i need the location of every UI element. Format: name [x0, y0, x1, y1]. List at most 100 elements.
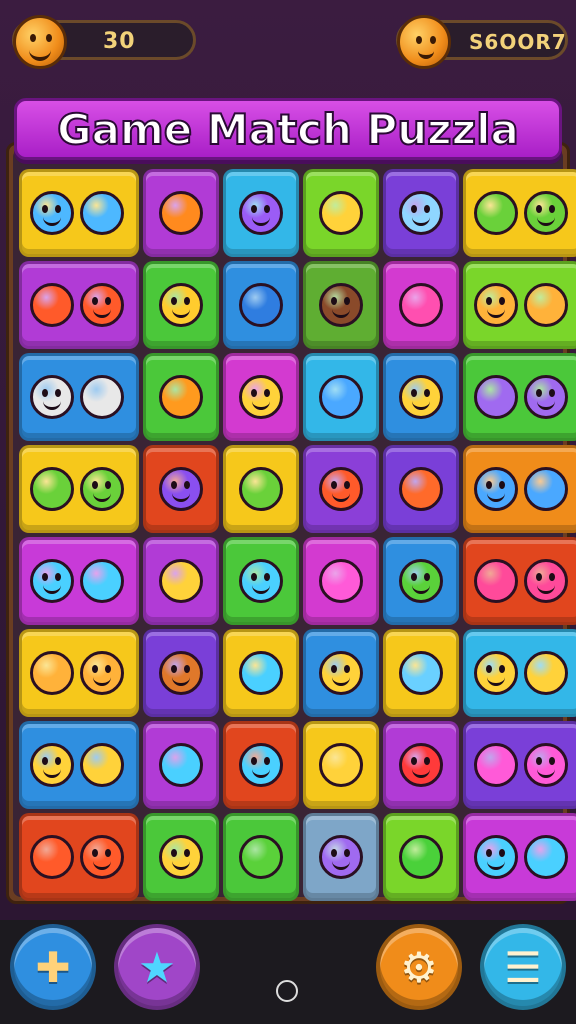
tile-r8-c3[interactable]: [223, 813, 299, 901]
candy-piece: [399, 835, 443, 879]
tile-r7-c4[interactable]: [303, 721, 379, 809]
tile-r4-c5[interactable]: [383, 445, 459, 533]
candy-piece: [399, 559, 443, 603]
tile-r3-c1[interactable]: [19, 353, 139, 441]
puzzle-icon: ✚: [35, 942, 71, 992]
tile-r1-c4[interactable]: [303, 169, 379, 257]
game-title: Game Match Puzzla: [56, 104, 520, 155]
tile-r4-c3[interactable]: [223, 445, 299, 533]
tile-r3-c3[interactable]: [223, 353, 299, 441]
candy-piece: [239, 283, 283, 327]
candy-piece: [319, 283, 363, 327]
candy-piece: [319, 467, 363, 511]
candy-piece: [239, 467, 283, 511]
tile-r2-c6[interactable]: [463, 261, 576, 349]
candy-piece: [80, 375, 124, 419]
tile-r5-c6[interactable]: [463, 537, 576, 625]
tile-r8-c6[interactable]: [463, 813, 576, 901]
tile-r5-c2[interactable]: [143, 537, 219, 625]
candy-piece: [399, 651, 443, 695]
tile-r2-c2[interactable]: [143, 261, 219, 349]
candy-piece: [474, 743, 518, 787]
gear-icon: ⚙: [400, 942, 438, 992]
candy-piece: [30, 743, 74, 787]
tile-r5-c1[interactable]: [19, 537, 139, 625]
candy-piece: [474, 375, 518, 419]
tile-r2-c1[interactable]: [19, 261, 139, 349]
tile-r3-c2[interactable]: [143, 353, 219, 441]
candy-piece: [524, 835, 568, 879]
home-indicator[interactable]: [276, 980, 298, 1002]
tile-r8-c2[interactable]: [143, 813, 219, 901]
candy-piece: [239, 743, 283, 787]
tile-r6-c4[interactable]: [303, 629, 379, 717]
candy-piece: [239, 651, 283, 695]
tile-r4-c1[interactable]: [19, 445, 139, 533]
candy-piece: [30, 835, 74, 879]
candy-piece: [524, 375, 568, 419]
tile-r5-c3[interactable]: [223, 537, 299, 625]
candy-piece: [159, 283, 203, 327]
tile-r8-c5[interactable]: [383, 813, 459, 901]
puzzle-button[interactable]: ✚: [10, 924, 96, 1010]
tile-r4-c2[interactable]: [143, 445, 219, 533]
tile-r1-c3[interactable]: [223, 169, 299, 257]
tile-r8-c4[interactable]: [303, 813, 379, 901]
tile-r7-c3[interactable]: [223, 721, 299, 809]
moves-value: 30: [103, 29, 136, 54]
tile-r6-c3[interactable]: [223, 629, 299, 717]
tile-r2-c5[interactable]: [383, 261, 459, 349]
tile-r2-c4[interactable]: [303, 261, 379, 349]
candy-piece: [474, 559, 518, 603]
smiley-coin-icon: [13, 15, 67, 69]
game-board: [6, 142, 576, 904]
star-button[interactable]: ★: [114, 924, 200, 1010]
tile-r1-c1[interactable]: [19, 169, 139, 257]
tile-r6-c5[interactable]: [383, 629, 459, 717]
tile-r5-c5[interactable]: [383, 537, 459, 625]
candy-piece: [524, 743, 568, 787]
tile-r8-c1[interactable]: [19, 813, 139, 901]
tile-r7-c5[interactable]: [383, 721, 459, 809]
tile-r7-c1[interactable]: [19, 721, 139, 809]
menu-button[interactable]: ☰: [480, 924, 566, 1010]
candy-piece: [159, 375, 203, 419]
candy-piece: [80, 559, 124, 603]
tile-r1-c6[interactable]: [463, 169, 576, 257]
candy-piece: [159, 651, 203, 695]
candy-piece: [524, 191, 568, 235]
coin-icon: [397, 15, 451, 69]
candy-piece: [30, 467, 74, 511]
tile-r2-c3[interactable]: [223, 261, 299, 349]
tile-r7-c2[interactable]: [143, 721, 219, 809]
candy-piece: [30, 191, 74, 235]
candy-piece: [399, 743, 443, 787]
tile-r4-c4[interactable]: [303, 445, 379, 533]
candy-piece: [239, 191, 283, 235]
tile-r6-c1[interactable]: [19, 629, 139, 717]
tile-r1-c2[interactable]: [143, 169, 219, 257]
candy-piece: [159, 835, 203, 879]
board-grid: [13, 149, 576, 901]
candy-piece: [524, 651, 568, 695]
candy-piece: [239, 835, 283, 879]
candy-piece: [30, 651, 74, 695]
candy-piece: [319, 835, 363, 879]
tile-r6-c2[interactable]: [143, 629, 219, 717]
candy-piece: [319, 375, 363, 419]
candy-piece: [80, 835, 124, 879]
tile-r3-c5[interactable]: [383, 353, 459, 441]
tile-r6-c6[interactable]: [463, 629, 576, 717]
candy-piece: [30, 375, 74, 419]
candy-piece: [474, 651, 518, 695]
candy-piece: [474, 283, 518, 327]
gear-button[interactable]: ⚙: [376, 924, 462, 1010]
candy-piece: [239, 559, 283, 603]
tile-r7-c6[interactable]: [463, 721, 576, 809]
tile-r5-c4[interactable]: [303, 537, 379, 625]
tile-r1-c5[interactable]: [383, 169, 459, 257]
tile-r3-c6[interactable]: [463, 353, 576, 441]
candy-piece: [239, 375, 283, 419]
tile-r4-c6[interactable]: [463, 445, 576, 533]
tile-r3-c4[interactable]: [303, 353, 379, 441]
